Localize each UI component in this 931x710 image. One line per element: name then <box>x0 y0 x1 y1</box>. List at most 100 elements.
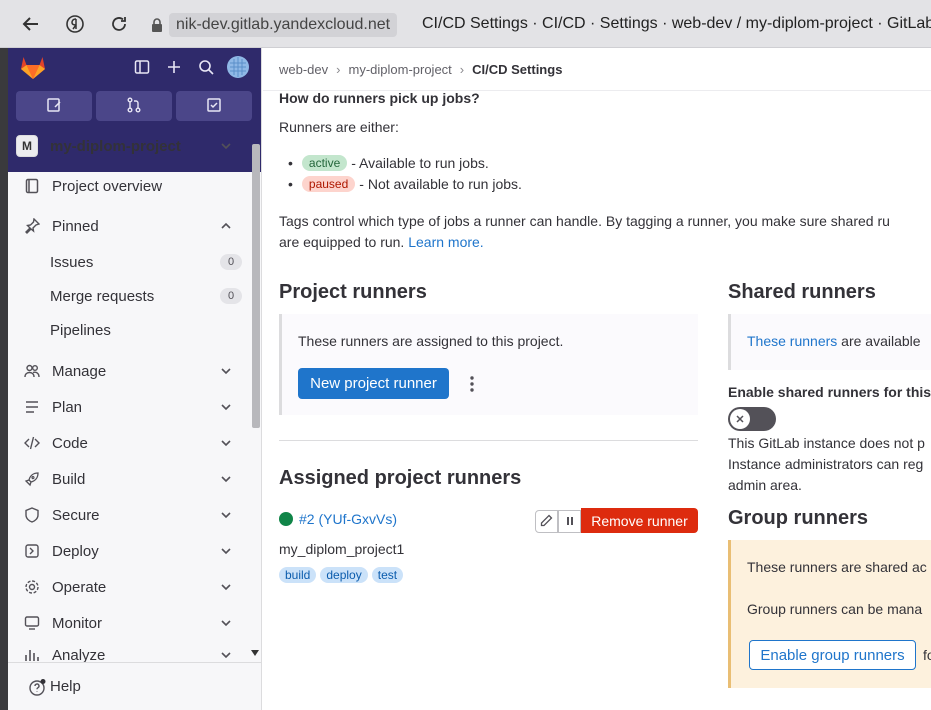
project-switcher[interactable]: M my-diplom-project <box>16 130 246 162</box>
remove-runner-button[interactable]: Remove runner <box>581 508 698 533</box>
plus-icon[interactable] <box>161 54 187 80</box>
shared-runners-panel: These runners are available <box>728 314 931 370</box>
more-actions-icon[interactable] <box>462 368 482 400</box>
learn-more-link[interactable]: Learn more. <box>408 234 483 250</box>
cloud-gear-icon <box>22 577 42 597</box>
runner-tags: build deploy test <box>279 566 407 583</box>
nav-deploy[interactable]: Deploy <box>16 535 246 567</box>
todo-shortcut-button[interactable] <box>176 91 252 121</box>
section-divider <box>279 440 698 441</box>
issues-shortcut-button[interactable] <box>16 91 92 121</box>
help-button[interactable]: Help <box>8 662 261 710</box>
pause-icon <box>564 514 576 530</box>
sidebar-toggle-icon[interactable] <box>129 54 155 80</box>
status-item-paused: • paused - Not available to run jobs. <box>288 176 522 192</box>
nav-label: Deploy <box>52 542 99 560</box>
pause-runner-button[interactable] <box>558 510 581 533</box>
nav-label: Plan <box>52 398 83 416</box>
nav-label: Operate <box>52 578 107 596</box>
tags-explanation-text: are equipped to run. <box>279 234 405 250</box>
nav-label: Code <box>52 434 88 452</box>
chevron-down-icon <box>221 548 231 555</box>
nav-operate[interactable]: Operate <box>16 571 246 603</box>
merge-requests-shortcut-button[interactable] <box>96 91 172 121</box>
chevron-down-icon <box>221 584 231 591</box>
gitlab-logo-icon[interactable] <box>18 52 48 82</box>
pinned-item-label: Pipelines <box>50 321 111 339</box>
chevron-down-icon <box>221 512 231 519</box>
shield-icon <box>22 505 42 525</box>
nav-build[interactable]: Build <box>16 463 246 495</box>
help-icon <box>28 678 46 696</box>
nav-label: Analyze <box>52 646 106 664</box>
new-project-runner-button[interactable]: New project runner <box>298 368 449 399</box>
runner-tag: deploy <box>320 567 368 583</box>
pinned-item-pipelines[interactable]: Pipelines <box>50 315 246 345</box>
runner-link[interactable]: #2 (YUf-GxvVs) <box>299 511 397 527</box>
breadcrumb-separator-icon: › <box>336 62 341 77</box>
url-text[interactable]: nik-dev.gitlab.yandexcloud.net <box>169 12 398 37</box>
bullet-icon: • <box>288 176 293 192</box>
shared-runners-toggle[interactable] <box>728 407 776 431</box>
enable-shared-runners-label: Enable shared runners for this <box>728 384 931 400</box>
active-badge: active <box>301 155 348 171</box>
shared-runners-info-text: are available <box>841 333 921 349</box>
chevron-down-icon <box>221 476 231 483</box>
status-item-active: • active - Available to run jobs. <box>288 155 489 171</box>
pinned-item-label: Merge requests <box>50 287 155 305</box>
chevron-up-icon <box>221 222 231 229</box>
nav-project-overview[interactable]: Project overview <box>16 170 246 202</box>
merge-requests-count-badge: 0 <box>220 288 242 304</box>
runner-row: #2 (YUf-GxvVs) <box>279 511 397 527</box>
nav-pinned[interactable]: Pinned <box>16 210 246 242</box>
sidebar: M my-diplom-project Project overview Pin… <box>8 48 262 710</box>
runner-tag: build <box>279 567 317 583</box>
shared-runners-note-2: Instance administrators can reg <box>728 456 924 472</box>
bullet-icon: • <box>288 155 293 171</box>
breadcrumb-project[interactable]: my-diplom-project <box>348 62 451 77</box>
tags-explanation-line1: Tags control which type of jobs a runner… <box>279 213 890 229</box>
shared-runners-link[interactable]: These runners <box>747 333 837 349</box>
address-bar[interactable]: nik-dev.gitlab.yandexcloud.net <box>145 12 398 37</box>
nav-label: Secure <box>52 506 100 524</box>
breadcrumb: web-dev › my-diplom-project › CI/CD Sett… <box>279 62 562 77</box>
todo-icon <box>206 97 222 116</box>
enable-group-runners-button[interactable]: Enable group runners <box>749 640 916 670</box>
nav-monitor[interactable]: Monitor <box>16 607 246 639</box>
nav-code[interactable]: Code <box>16 427 246 459</box>
scroll-down-arrow-icon[interactable] <box>251 650 259 656</box>
nav-plan[interactable]: Plan <box>16 391 246 423</box>
chevron-down-icon <box>221 652 231 659</box>
status-desc: - Not available to run jobs. <box>359 176 522 192</box>
how-runners-heading: How do runners pick up jobs? <box>279 90 480 106</box>
online-status-icon <box>279 512 293 526</box>
sidebar-scrollbar[interactable] <box>249 138 260 658</box>
breadcrumb-group[interactable]: web-dev <box>279 62 328 77</box>
deploy-icon <box>22 541 42 561</box>
pencil-icon <box>540 514 553 530</box>
project-icon <box>22 176 42 196</box>
scrollbar-thumb[interactable] <box>252 144 260 428</box>
edit-runner-button[interactable] <box>535 510 558 533</box>
nav-label: Build <box>52 470 86 488</box>
pinned-item-issues[interactable]: Issues 0 <box>50 247 246 277</box>
breadcrumb-current[interactable]: CI/CD Settings <box>472 62 562 77</box>
chevron-down-icon <box>221 404 231 411</box>
user-avatar-icon[interactable] <box>225 54 251 80</box>
pin-icon <box>22 216 42 236</box>
nav-secure[interactable]: Secure <box>16 499 246 531</box>
yandex-icon[interactable] <box>60 9 90 39</box>
users-icon <box>22 361 42 381</box>
toggle-off-icon <box>730 409 750 429</box>
pinned-item-merge-requests[interactable]: Merge requests 0 <box>50 281 246 311</box>
back-icon[interactable] <box>16 9 46 39</box>
reload-icon[interactable] <box>104 9 134 39</box>
runner-description: my_diplom_project1 <box>279 541 405 557</box>
assigned-runners-heading: Assigned project runners <box>279 467 522 489</box>
shared-runners-info: These runners are available <box>747 333 921 349</box>
search-icon[interactable] <box>193 54 219 80</box>
status-desc: - Available to run jobs. <box>351 155 489 171</box>
nav-manage[interactable]: Manage <box>16 355 246 387</box>
lock-icon <box>145 12 169 37</box>
planning-icon <box>22 397 42 417</box>
